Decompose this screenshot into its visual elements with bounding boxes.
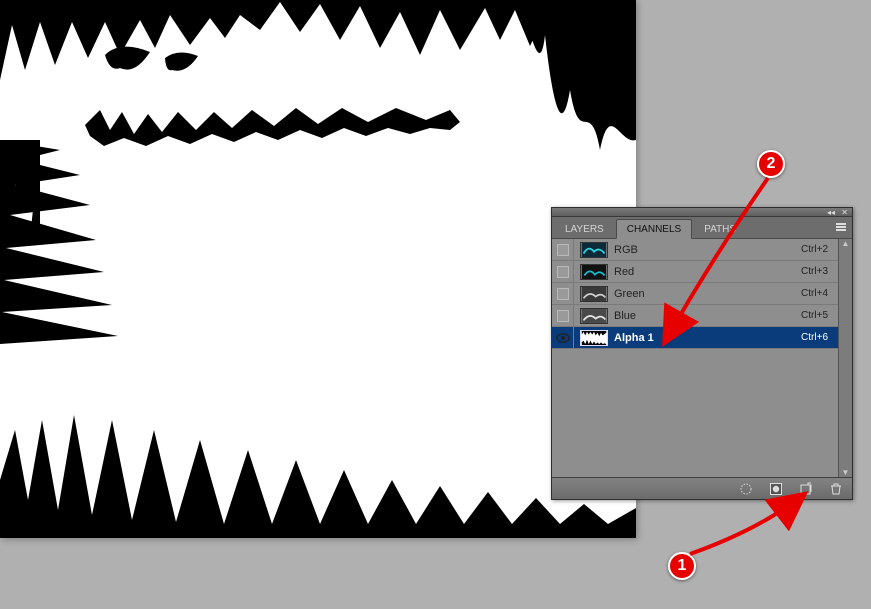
document-canvas[interactable] — [0, 0, 636, 538]
channel-row-green[interactable]: Green Ctrl+4 — [552, 283, 838, 305]
channel-row-blue[interactable]: Blue Ctrl+5 — [552, 305, 838, 327]
scroll-up-icon[interactable]: ▲ — [842, 239, 850, 248]
channel-thumbnail[interactable] — [580, 242, 608, 258]
channel-thumbnail[interactable] — [580, 264, 608, 280]
channel-row-rgb[interactable]: RGB Ctrl+2 — [552, 239, 838, 261]
collapse-icon[interactable]: ◂◂ — [827, 208, 835, 217]
channel-row-alpha1[interactable]: Alpha 1 Ctrl+6 — [552, 327, 838, 349]
channel-name: Alpha 1 — [614, 332, 801, 344]
load-selection-icon[interactable] — [738, 481, 754, 497]
visibility-toggle[interactable] — [552, 305, 574, 326]
channel-name: Blue — [614, 310, 801, 322]
eye-icon — [556, 333, 570, 343]
channel-thumbnail[interactable] — [580, 308, 608, 324]
channel-row-red[interactable]: Red Ctrl+3 — [552, 261, 838, 283]
channel-shortcut: Ctrl+6 — [801, 332, 832, 343]
tab-layers[interactable]: LAYERS — [554, 219, 615, 238]
channels-panel: ◂◂ ✕ LAYERS CHANNELS PATHS RGB Ctrl+2 — [551, 207, 853, 500]
annotation-badge-2: 2 — [757, 150, 785, 178]
visibility-toggle[interactable] — [552, 261, 574, 282]
annotation-label: 2 — [767, 155, 776, 173]
channel-shortcut: Ctrl+4 — [801, 288, 832, 299]
visibility-toggle[interactable] — [552, 239, 574, 260]
tab-paths[interactable]: PATHS — [693, 219, 747, 238]
annotation-label: 1 — [678, 557, 687, 575]
annotation-badge-1: 1 — [668, 552, 696, 580]
panel-footer — [552, 477, 852, 499]
save-selection-mask-icon[interactable] — [768, 481, 784, 497]
close-panel-icon[interactable]: ✕ — [841, 208, 848, 217]
channel-name: RGB — [614, 244, 801, 256]
panel-titlebar[interactable]: ◂◂ ✕ — [552, 208, 852, 217]
visibility-toggle[interactable] — [552, 283, 574, 304]
new-channel-icon[interactable] — [798, 481, 814, 497]
scroll-down-icon[interactable]: ▼ — [842, 468, 850, 477]
channel-name: Green — [614, 288, 801, 300]
delete-icon[interactable] — [828, 481, 844, 497]
channel-thumbnail[interactable] — [580, 330, 608, 346]
channel-shortcut: Ctrl+2 — [801, 244, 832, 255]
channel-shortcut: Ctrl+5 — [801, 310, 832, 321]
channel-list[interactable]: RGB Ctrl+2 Red Ctrl+3 Green Ctrl+4 — [552, 239, 838, 477]
visibility-toggle[interactable] — [552, 327, 574, 348]
panel-menu-icon[interactable] — [834, 221, 848, 233]
channel-name: Red — [614, 266, 801, 278]
scrollbar[interactable]: ▲ ▼ — [838, 239, 852, 477]
canvas-artwork — [0, 0, 636, 538]
annotation-arrow-1 — [678, 490, 818, 565]
channel-thumbnail[interactable] — [580, 286, 608, 302]
panel-tabbar: LAYERS CHANNELS PATHS — [552, 217, 852, 239]
tab-channels[interactable]: CHANNELS — [616, 219, 692, 239]
channel-shortcut: Ctrl+3 — [801, 266, 832, 277]
